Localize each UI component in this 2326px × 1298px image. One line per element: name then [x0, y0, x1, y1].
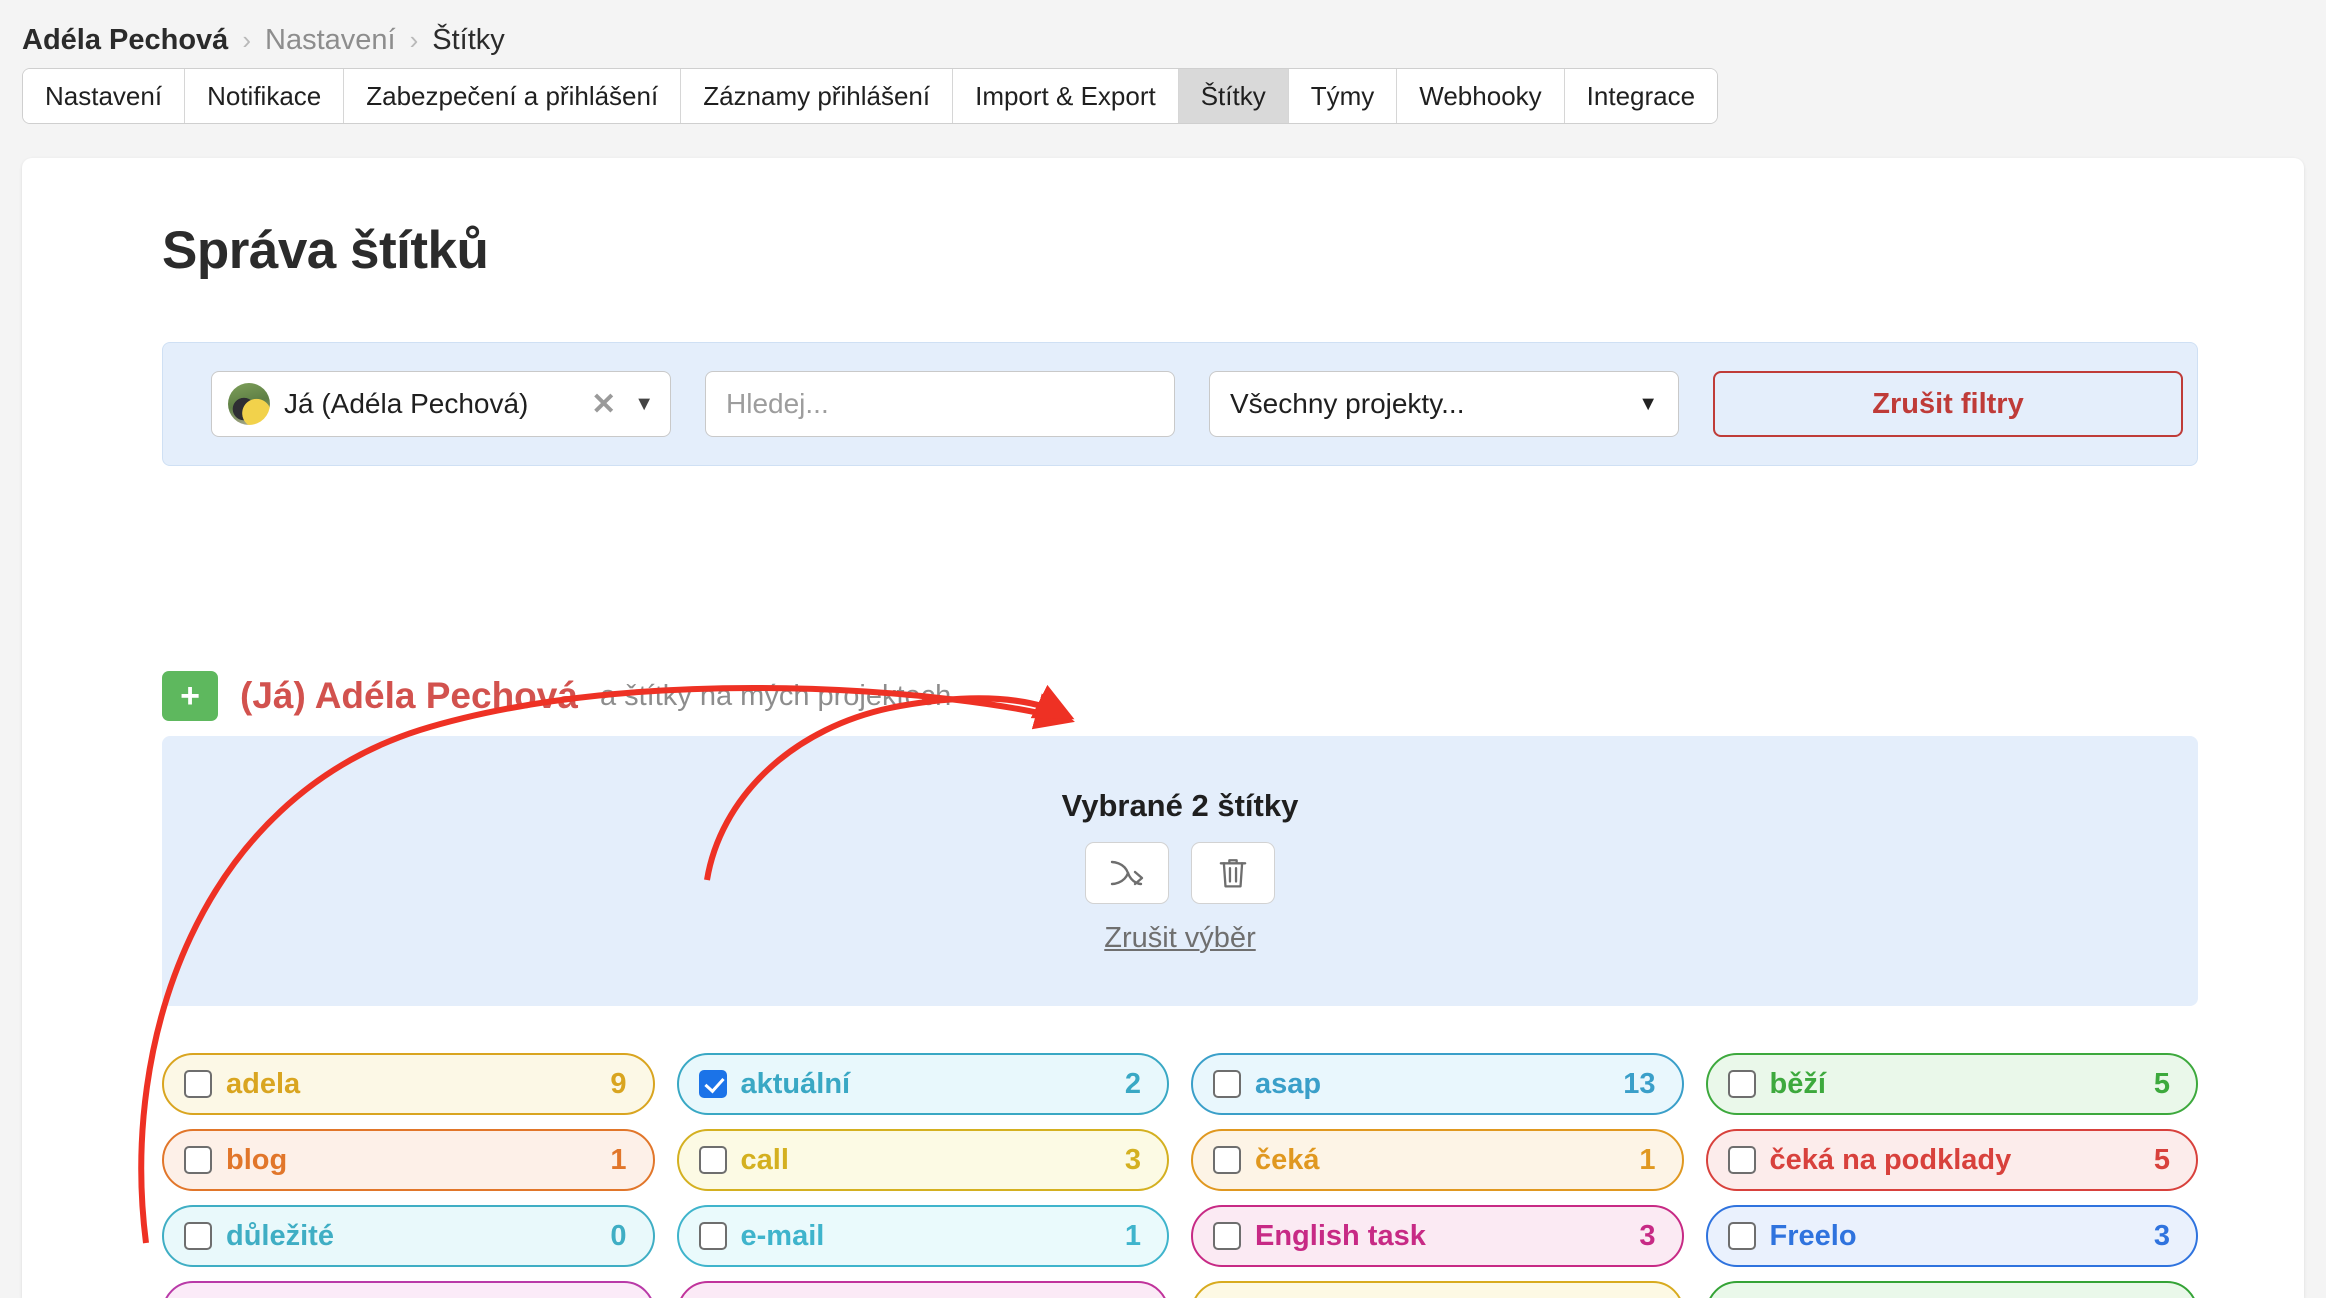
- tag-count: 0: [610, 1219, 627, 1252]
- tag-name: asap: [1255, 1067, 1322, 1100]
- user-filter-select[interactable]: Já (Adéla Pechová) ✕ ▼: [211, 371, 671, 437]
- breadcrumb: Adéla Pechová › Nastavení › Štítky: [0, 0, 2326, 62]
- filter-bar: Já (Adéla Pechová) ✕ ▼ Všechny projekty.…: [162, 342, 2198, 466]
- tag-name: aktuální: [740, 1067, 851, 1100]
- tag-name: blog: [226, 1143, 288, 1176]
- breadcrumb-user[interactable]: Adéla Pechová: [22, 24, 228, 57]
- tag-count: 3: [1124, 1143, 1141, 1176]
- delete-tags-button[interactable]: [1191, 841, 1275, 904]
- settings-tabbar: Nastavení Notifikace Zabezpečení a přihláš…: [22, 68, 1719, 124]
- avatar: [228, 383, 270, 425]
- tag-group-heading: + (Já) Adéla Pechová a štítky na mých pr…: [162, 671, 951, 721]
- tag-name: call: [740, 1143, 789, 1176]
- selection-actions: [1085, 841, 1275, 904]
- tag-count: 3: [2153, 1219, 2170, 1252]
- tag-chip[interactable]: Freelo 3: [1705, 1205, 2198, 1267]
- tag-chip[interactable]: adela 9: [162, 1053, 655, 1115]
- tag-checkbox[interactable]: [184, 1070, 212, 1098]
- tag-checkbox[interactable]: [184, 1146, 212, 1174]
- selection-count-label: Vybrané 2 štítky: [1061, 787, 1299, 823]
- tag-name: běží: [1769, 1067, 1826, 1100]
- settings-card: Správa štítků Já (Adéla Pechová) ✕ ▼ Vše…: [22, 158, 2304, 1298]
- tag-group-note: a štítky na mých projektech: [599, 679, 952, 712]
- user-filter-label: Já (Adéla Pechová): [284, 388, 529, 419]
- tag-count: 2: [1124, 1067, 1141, 1100]
- breadcrumb-separator-icon: ›: [242, 24, 251, 55]
- tab-zabezpe-en-a-p-ihl-en[interactable]: Zabezpečení a přihlášení: [344, 69, 682, 123]
- tab-t-my[interactable]: Týmy: [1288, 69, 1398, 123]
- tab-t-tky[interactable]: Štítky: [1178, 69, 1289, 123]
- tag-count: 1: [610, 1143, 627, 1176]
- tag-checkbox[interactable]: [1727, 1222, 1756, 1250]
- breadcrumb-separator-icon: ›: [409, 24, 419, 55]
- tag-chip[interactable]: call 3: [676, 1129, 1169, 1191]
- chevron-down-icon[interactable]: ▼: [634, 393, 654, 416]
- tag-checkbox[interactable]: [1727, 1146, 1756, 1174]
- tag-chip[interactable]: inbox0: [1705, 1281, 2198, 1298]
- tag-checkbox[interactable]: [698, 1070, 727, 1098]
- tag-chip[interactable]: důležité 0: [162, 1205, 655, 1267]
- tag-checkbox[interactable]: [1213, 1070, 1241, 1098]
- tag-name: čeká: [1255, 1143, 1320, 1176]
- tag-chip[interactable]: čeká 1: [1191, 1129, 1684, 1191]
- tag-chip[interactable]: asap 13: [1191, 1053, 1684, 1115]
- page-title: Správa štítků: [162, 221, 489, 280]
- tag-name: důležité: [226, 1219, 334, 1252]
- tag-checkbox[interactable]: [184, 1222, 212, 1250]
- trash-icon: [1219, 858, 1247, 888]
- tab-import-export[interactable]: Import & Export: [953, 69, 1179, 123]
- tag-chip[interactable]: important1: [1191, 1281, 1684, 1298]
- tag-checkbox[interactable]: [698, 1146, 727, 1174]
- tag-chip[interactable]: English task 3: [1191, 1205, 1684, 1267]
- tab-z-znamy-p-ihl-en[interactable]: Záznamy přihlášení: [681, 69, 954, 123]
- tag-name: adela: [226, 1067, 301, 1100]
- tab-webhooky[interactable]: Webhooky: [1397, 69, 1565, 123]
- tag-name: English task: [1255, 1219, 1426, 1252]
- clear-filters-button[interactable]: Zrušit filtry: [1713, 371, 2183, 437]
- tag-count: 5: [2153, 1143, 2170, 1176]
- tag-grid: adela 9 aktuální 2 asap 13 běží 5 blog 1 call 3 čeká…: [162, 1053, 2198, 1298]
- tag-chip[interactable]: e-mail 1: [676, 1205, 1169, 1267]
- tag-chip[interactable]: aktuální 2: [676, 1053, 1169, 1115]
- tag-count: 1: [1639, 1143, 1656, 1176]
- tab-integrace[interactable]: Integrace: [1564, 69, 1718, 123]
- breadcrumb-section[interactable]: Nastavení: [265, 24, 396, 57]
- tag-count: 3: [1639, 1219, 1656, 1252]
- tag-chip[interactable]: check1: [676, 1281, 1169, 1298]
- tag-checkbox[interactable]: [1727, 1070, 1756, 1098]
- tag-chip[interactable]: blog 1: [162, 1129, 655, 1191]
- tag-checkbox[interactable]: [1213, 1222, 1241, 1250]
- tag-count: 1: [1124, 1219, 1141, 1252]
- tab-notifikace[interactable]: Notifikace: [185, 69, 345, 123]
- tag-checkbox[interactable]: [1213, 1146, 1241, 1174]
- breadcrumb-current: Štítky: [432, 23, 505, 56]
- tag-chip[interactable]: čeká na podklady 5: [1705, 1129, 2198, 1191]
- project-filter-label: Všechny projekty...: [1230, 388, 1465, 419]
- selection-panel: Vybrané 2 štítky Zrušit výběr: [162, 736, 2198, 1006]
- merge-icon: [1110, 860, 1144, 885]
- tag-count: 5: [2153, 1067, 2170, 1100]
- chevron-down-icon: ▼: [1638, 392, 1658, 415]
- clear-selection-link[interactable]: Zrušit výběr: [1104, 922, 1255, 955]
- tag-name: e-mail: [740, 1219, 825, 1252]
- project-filter-select[interactable]: Všechny projekty... ▼: [1209, 371, 1679, 437]
- search-input[interactable]: [705, 371, 1175, 437]
- tag-name: čeká na podklady: [1769, 1143, 2012, 1176]
- clear-user-filter-icon[interactable]: ✕: [587, 387, 620, 422]
- add-tag-button[interactable]: +: [162, 671, 218, 721]
- tag-group-owner: (Já) Adéla Pechová: [240, 675, 578, 716]
- tag-chip[interactable]: běží 5: [1705, 1053, 2198, 1115]
- merge-tags-button[interactable]: [1085, 841, 1169, 904]
- tag-count: 13: [1623, 1067, 1656, 1100]
- tag-checkbox[interactable]: [698, 1222, 727, 1250]
- tag-name: Freelo: [1769, 1219, 1857, 1252]
- tag-count: 9: [610, 1067, 627, 1100]
- tab-nastaven[interactable]: Nastavení: [23, 69, 186, 123]
- tag-chip[interactable]: HR1: [162, 1281, 655, 1298]
